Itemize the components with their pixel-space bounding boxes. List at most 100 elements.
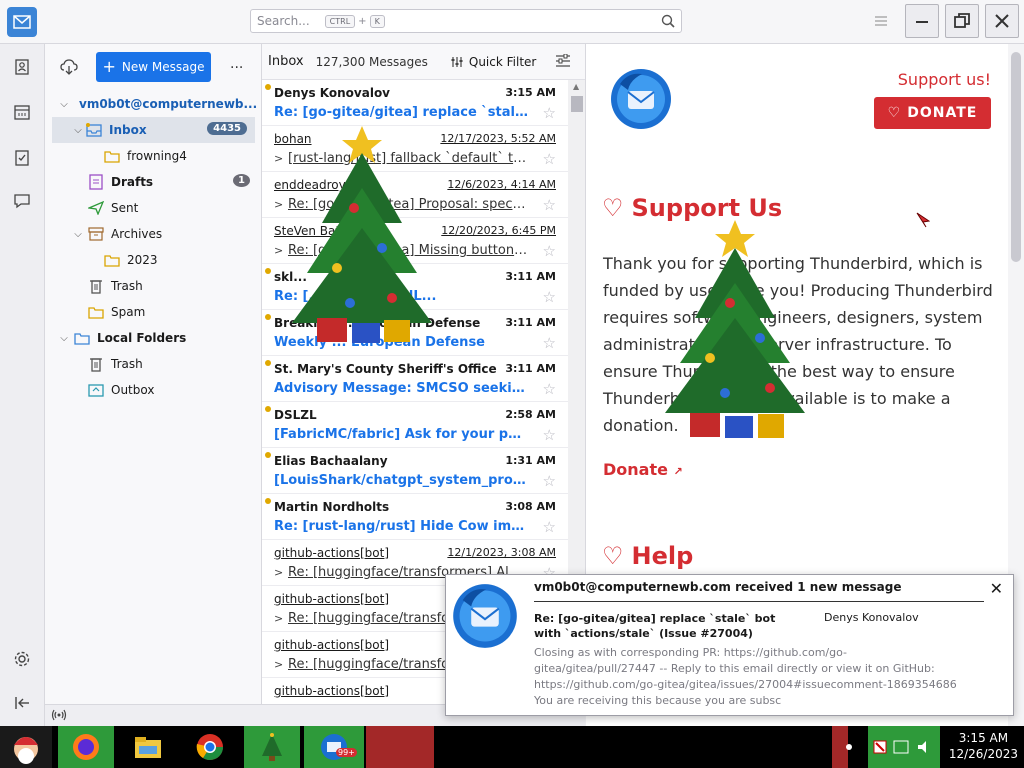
search-input[interactable]: Search... CTRL + K	[250, 9, 682, 33]
scrollbar-thumb[interactable]	[571, 96, 583, 112]
star-icon[interactable]: ☆	[543, 426, 556, 444]
message-row[interactable]: SteVen Batten 12/20/2023, 6:45 PM > Re: [go…	[262, 218, 568, 264]
star-icon[interactable]: ☆	[543, 150, 556, 168]
scroll-up-icon[interactable]: ▲	[573, 82, 579, 91]
app-menu-icon[interactable]	[872, 12, 890, 30]
message-row[interactable]: Martin Nordholts 3:08 AM Re: [rust-lang/ru…	[262, 494, 568, 540]
system-tray[interactable]	[868, 726, 940, 768]
chevron-down-icon[interactable]: ⌵	[71, 125, 85, 136]
donate-button[interactable]: ♡ DONATE	[874, 97, 991, 129]
system-clock[interactable]: 3:15 AM 12/26/2023	[949, 730, 1018, 762]
message-date: 2:58 AM	[505, 408, 556, 421]
folder-drafts[interactable]: Drafts 1	[45, 169, 262, 195]
list-display-options-icon[interactable]	[555, 53, 571, 71]
taskbar-red-app[interactable]	[366, 726, 434, 768]
connection-status-icon[interactable]	[51, 708, 67, 725]
get-messages-icon[interactable]	[60, 58, 78, 79]
star-icon[interactable]: ☆	[543, 196, 556, 214]
message-subject: Weekly ... European Defense	[274, 335, 485, 350]
collapse-spaces-icon[interactable]	[11, 692, 33, 714]
new-message-button[interactable]: + New Message	[96, 52, 211, 82]
star-icon[interactable]: ☆	[543, 242, 556, 260]
message-row[interactable]: bohan 12/17/2023, 5:52 AM > [rust-lang/rust…	[262, 126, 568, 172]
taskbar-tree-app[interactable]	[244, 726, 300, 768]
message-subject: Re: [go-gitea/gitea] Proposal: spec: all…	[288, 197, 529, 212]
chevron-down-icon[interactable]: ⌵	[57, 333, 71, 344]
restore-button[interactable]	[945, 4, 979, 38]
message-sender: Breaking ... European Defense	[274, 316, 481, 330]
chrome-icon	[196, 734, 224, 761]
notification-close-button[interactable]: ✕	[990, 579, 1003, 598]
account-label: vm0b0t@computernewb...	[79, 97, 258, 111]
search-placeholder: Search...	[257, 14, 310, 28]
star-icon[interactable]: ☆	[543, 334, 556, 352]
start-button[interactable]	[0, 726, 52, 768]
taskbar-chrome[interactable]	[182, 726, 238, 768]
archive-icon	[87, 226, 105, 242]
taskbar-thunderbird[interactable]: 99+	[304, 726, 364, 768]
minimize-button[interactable]	[905, 4, 939, 38]
taskbar-firefox[interactable]	[58, 726, 114, 768]
taskbar-explorer[interactable]	[120, 726, 176, 768]
star-icon[interactable]: ☆	[543, 288, 556, 306]
star-icon[interactable]: ☆	[543, 380, 556, 398]
account-row[interactable]: ⌵ vm0b0t@computernewb...	[45, 91, 262, 117]
folder-sent[interactable]: Sent	[45, 195, 262, 221]
thunderbird-logo	[608, 66, 674, 135]
message-row[interactable]: St. Mary's County Sheriff's Office 3:11 A…	[262, 356, 568, 402]
message-subject: Re: [go-gitea/gitea] replace `stale` bot…	[274, 105, 529, 120]
folder-frowning4[interactable]: frowning4	[45, 143, 262, 169]
message-row[interactable]: Breaking ... European Defense 3:11 AM Week…	[262, 310, 568, 356]
folder-archives[interactable]: ⌵ Archives	[45, 221, 262, 247]
message-count: 127,300 Messages	[315, 54, 428, 69]
folder-icon	[103, 252, 121, 268]
message-row[interactable]: skl... 3:11 AM Re: [...] VirtualizedL... ☆	[262, 264, 568, 310]
folder-label: 2023	[127, 253, 158, 267]
unread-dot-icon	[265, 314, 271, 320]
mail-count-badge: 99+	[336, 748, 357, 757]
quick-filter-button[interactable]: Quick Filter	[450, 55, 536, 69]
folder-trash[interactable]: Trash	[45, 273, 262, 299]
help-heart-icon: ♡	[602, 542, 624, 570]
local-folders-row[interactable]: ⌵ Local Folders	[45, 325, 262, 351]
folder-outbox[interactable]: Outbox	[45, 377, 262, 403]
address-book-icon[interactable]	[11, 56, 33, 78]
settings-gear-icon[interactable]	[11, 648, 33, 670]
folder-spam[interactable]: Spam	[45, 299, 262, 325]
message-row[interactable]: DSLZL 2:58 AM [FabricMC/fabric] Ask for yo…	[262, 402, 568, 448]
outbox-icon	[87, 382, 105, 398]
message-row[interactable]: Denys Konovalov 3:15 AM Re: [go-gitea/gite…	[262, 80, 568, 126]
message-row[interactable]: enddeadroyal 12/6/2023, 4:14 AM > Re: [go-g…	[262, 172, 568, 218]
support-us-link[interactable]: Support us!	[898, 70, 991, 89]
folder-label: Sent	[111, 201, 139, 215]
shortcut-key-k: K	[369, 14, 385, 28]
file-explorer-icon	[135, 737, 161, 758]
new-message-label: New Message	[121, 60, 205, 74]
scrollbar-thumb[interactable]	[1011, 52, 1021, 262]
message-date: 3:11 AM	[505, 362, 556, 375]
new-mail-notification[interactable]: vm0b0t@computernewb.com received 1 new m…	[445, 574, 1014, 716]
folder-pane-header: + New Message ...	[45, 44, 261, 90]
chevron-down-icon[interactable]: ⌵	[71, 229, 85, 240]
message-row[interactable]: Elias Bachaalany 1:31 AM [LouisShark/chatg…	[262, 448, 568, 494]
folder-pane-more-button[interactable]: ...	[230, 56, 243, 72]
message-date: 3:11 AM	[505, 316, 556, 329]
star-icon[interactable]: ☆	[543, 104, 556, 122]
christmas-tree-app-icon	[262, 733, 282, 761]
search-icon[interactable]	[661, 14, 675, 31]
folder-inbox[interactable]: ⌵ Inbox 4435	[52, 117, 255, 143]
donate-link[interactable]: Donate ↗	[603, 460, 683, 479]
chat-icon[interactable]	[11, 190, 33, 212]
mail-space-icon[interactable]	[7, 7, 37, 37]
folder-title: Inbox	[268, 54, 304, 69]
star-icon[interactable]: ☆	[543, 518, 556, 536]
chevron-down-icon[interactable]: ⌵	[57, 99, 71, 110]
folder-label: Archives	[111, 227, 163, 241]
calendar-icon[interactable]	[11, 101, 33, 123]
tasks-icon[interactable]	[11, 146, 33, 168]
star-icon[interactable]: ☆	[543, 472, 556, 490]
folder-2023[interactable]: 2023	[45, 247, 262, 273]
folder-local-trash[interactable]: Trash	[45, 351, 262, 377]
close-window-button[interactable]	[985, 4, 1019, 38]
folder-pane: + New Message ... ⌵ vm0b0t@computernewb.…	[45, 44, 262, 704]
